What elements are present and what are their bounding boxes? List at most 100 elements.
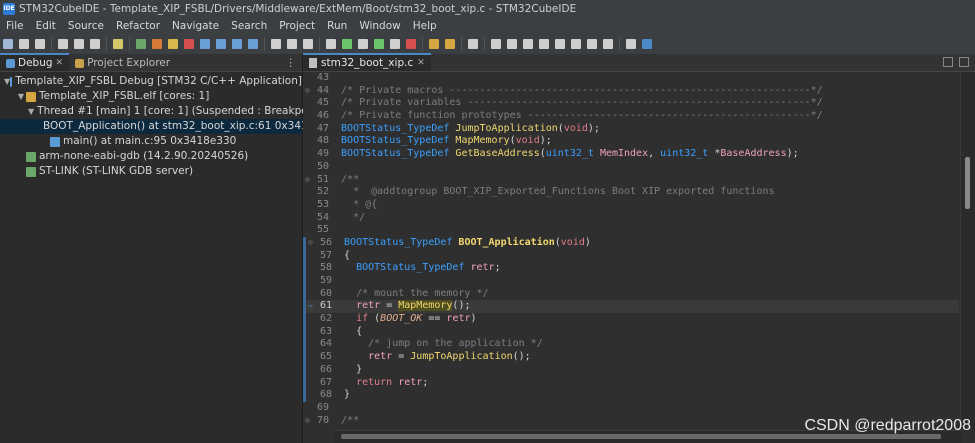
menu-edit[interactable]: Edit: [30, 20, 62, 32]
code-line[interactable]: ⊖ 51 /**: [303, 174, 959, 187]
toolbar-button-icon[interactable]: [168, 39, 178, 49]
code-line[interactable]: 60 /* mount the memory */: [303, 287, 959, 301]
toolbar-button-icon[interactable]: [232, 39, 242, 49]
code-line[interactable]: 45 /* Private variables ----------------…: [303, 97, 959, 110]
code-line[interactable]: 52 * @addtogroup BOOT_XIP_Exported_Funct…: [303, 186, 959, 199]
toolbar-button-icon[interactable]: [216, 39, 226, 49]
tree-item[interactable]: ▼ Thread #1 [main] 1 [core: 1] (Suspended…: [0, 104, 325, 119]
tree-item[interactable]: ST-LINK (ST-LINK GDB server): [0, 164, 302, 179]
tab-stm32-boot-xip[interactable]: stm32_boot_xip.c ✕: [303, 53, 431, 71]
code-line[interactable]: 64 /* jump on the application */: [303, 338, 959, 352]
fold-icon[interactable]: ⊖: [305, 174, 310, 187]
tree-item[interactable]: BOOT_Application() at stm32_boot_xip.c:6…: [0, 119, 341, 134]
toolbar-button-icon[interactable]: [200, 39, 210, 49]
menu-search[interactable]: Search: [225, 20, 273, 32]
expand-arrow-icon[interactable]: ▼: [28, 104, 34, 119]
code-editor[interactable]: 43 ⊖ 44 /* Private macros ---------------…: [303, 72, 959, 429]
code-line[interactable]: 54 */: [303, 212, 959, 225]
toolbar-button-icon[interactable]: [507, 39, 517, 49]
tree-item[interactable]: ▼ Template_XIP_FSBL Debug [STM32 C/C++ Ap…: [0, 74, 302, 89]
toolbar-button-icon[interactable]: [303, 39, 313, 49]
menu-refactor[interactable]: Refactor: [110, 20, 166, 32]
code-line[interactable]: 62 if (BOOT_OK == retr): [303, 313, 959, 326]
toolbar-button-icon[interactable]: [491, 39, 501, 49]
menu-file[interactable]: File: [0, 20, 30, 32]
toolbar-button-icon[interactable]: [406, 39, 416, 49]
toolbar-button-icon[interactable]: [90, 39, 100, 49]
code-line[interactable]: 50: [303, 161, 959, 174]
toolbar-button-icon[interactable]: [74, 39, 84, 49]
toolbar-button-icon[interactable]: [3, 39, 13, 49]
toolbar-button-icon[interactable]: [58, 39, 68, 49]
tree-item[interactable]: arm-none-eabi-gdb (14.2.90.20240526): [0, 149, 302, 164]
menu-run[interactable]: Run: [321, 20, 353, 32]
fold-icon[interactable]: ⊖: [305, 415, 310, 428]
code-line[interactable]: 48 BOOTStatus_TypeDef MapMemory(void);: [303, 135, 959, 148]
code-line[interactable]: 43: [303, 72, 959, 85]
code-line[interactable]: 58 BOOTStatus_TypeDef retr;: [303, 262, 959, 275]
toolbar-button-icon[interactable]: [642, 39, 652, 49]
maximize-icon[interactable]: [959, 57, 969, 67]
menu-help[interactable]: Help: [407, 20, 443, 32]
code-line[interactable]: 46 /* Private function prototypes ------…: [303, 110, 959, 123]
toolbar-button-icon[interactable]: [248, 39, 258, 49]
toolbar-button-icon[interactable]: [468, 39, 478, 49]
toolbar-button-icon[interactable]: [445, 39, 455, 49]
tab-project-explorer[interactable]: Project Explorer: [69, 55, 176, 71]
fold-icon[interactable]: ⊖: [308, 237, 313, 250]
view-menu-icon[interactable]: ⋮: [280, 55, 303, 71]
code-line[interactable]: 65 retr = JumpToApplication();: [303, 351, 959, 364]
code-line[interactable]: 47 BOOTStatus_TypeDef JumpToApplication(…: [303, 123, 959, 136]
expand-arrow-icon[interactable]: ▼: [16, 89, 26, 104]
toolbar-button-icon[interactable]: [35, 39, 45, 49]
vertical-scrollbar[interactable]: [960, 72, 975, 429]
tree-item[interactable]: ▼ Template_XIP_FSBL.elf [cores: 1]: [0, 89, 302, 104]
toolbar-button-icon[interactable]: [113, 39, 123, 49]
code-line[interactable]: 63 {: [303, 325, 959, 339]
toolbar-button-icon[interactable]: [152, 39, 162, 49]
toolbar-button-icon[interactable]: [136, 39, 146, 49]
code-text: /* Private function prototypes ---------…: [335, 110, 959, 123]
toolbar-button-icon[interactable]: [587, 39, 597, 49]
code-line[interactable]: 53 * @{: [303, 199, 959, 212]
toolbar-button-icon[interactable]: [184, 39, 194, 49]
code-line[interactable]: 67 return retr;: [303, 376, 959, 390]
tree-item[interactable]: main() at main.c:95 0x3418e330: [0, 134, 302, 149]
menu-source[interactable]: Source: [62, 20, 110, 32]
toolbar-button-icon[interactable]: [19, 39, 29, 49]
toolbar-button-icon[interactable]: [523, 39, 533, 49]
toolbar-button-icon[interactable]: [555, 39, 565, 49]
toolbar-button-icon[interactable]: [287, 39, 297, 49]
code-line[interactable]: 55: [303, 224, 959, 237]
toolbar-button-icon[interactable]: [358, 39, 368, 49]
code-line[interactable]: 49 BOOTStatus_TypeDef GetBaseAddress(uin…: [303, 148, 959, 161]
code-line[interactable]: 68 }: [303, 389, 959, 402]
toolbar-button-icon[interactable]: [390, 39, 400, 49]
toolbar-button-icon[interactable]: [429, 39, 439, 49]
close-icon[interactable]: ✕: [56, 58, 64, 68]
fold-icon[interactable]: ⊖: [305, 85, 310, 98]
minimize-icon[interactable]: [943, 57, 953, 67]
toolbar-button-icon[interactable]: [342, 39, 352, 49]
toolbar-button-icon[interactable]: [326, 39, 336, 49]
toolbar-button-icon[interactable]: [626, 39, 636, 49]
toolbar-button-icon[interactable]: [539, 39, 549, 49]
code-line[interactable]: ⊖ 56 BOOTStatus_TypeDef BOOT_Application(…: [303, 236, 959, 250]
code-line[interactable]: 69: [303, 402, 959, 415]
tab-debug[interactable]: Debug ✕: [0, 53, 70, 71]
menu-project[interactable]: Project: [273, 20, 321, 32]
toolbar-button-icon[interactable]: [271, 39, 281, 49]
menu-navigate[interactable]: Navigate: [166, 20, 225, 32]
menu-window[interactable]: Window: [353, 20, 406, 32]
code-line[interactable]: 59: [303, 275, 959, 288]
toolbar-button-icon[interactable]: [571, 39, 581, 49]
close-icon[interactable]: ✕: [417, 58, 425, 68]
toolbar-button-icon[interactable]: [603, 39, 613, 49]
toolbar-button-icon[interactable]: [374, 39, 384, 49]
scroll-thumb[interactable]: [965, 157, 970, 209]
code-line[interactable]: 66 }: [303, 363, 959, 377]
code-line[interactable]: ⊖ 44 /* Private macros ------------------…: [303, 85, 959, 98]
code-line[interactable]: ⇨ 61 retr = MapMemory();: [303, 300, 959, 314]
code-line[interactable]: 57 {: [303, 249, 959, 263]
